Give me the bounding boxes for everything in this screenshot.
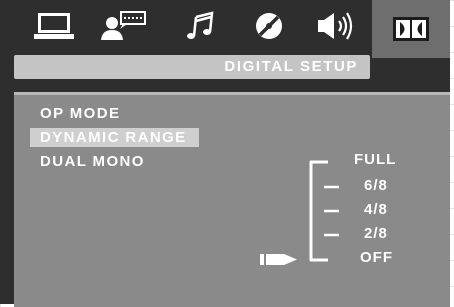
current-level-pointer-icon: [260, 254, 297, 265]
level-4-8[interactable]: 4/8: [364, 201, 388, 218]
page-title: DIGITAL SETUP: [224, 58, 358, 75]
tab-speaker[interactable]: [302, 10, 372, 52]
tab-general[interactable]: [20, 10, 90, 52]
tab-audio[interactable]: [166, 10, 236, 52]
dolby-digital-icon: [393, 17, 429, 41]
tab-language[interactable]: [88, 10, 158, 52]
level-6-8[interactable]: 6/8: [364, 177, 388, 194]
speaker-volume-icon: [318, 12, 353, 40]
level-off[interactable]: OFF: [360, 249, 393, 266]
tab-digital[interactable]: [372, 0, 450, 58]
speaker-subtitle-icon: [101, 11, 146, 40]
tab-preference[interactable]: [234, 10, 304, 52]
settings-panel: OP MODE DYNAMIC RANGE DUAL MONO FULL 6/8…: [14, 92, 450, 307]
monitor-icon: [34, 13, 74, 39]
dvd-setup-screen: DIGITAL SETUP OP MODE DYNAMIC RANGE DUAL…: [0, 0, 450, 307]
setup-tab-bar: [0, 0, 450, 58]
disc-icon: [256, 13, 282, 39]
music-note-icon: [187, 11, 214, 39]
level-full[interactable]: FULL: [354, 151, 396, 168]
level-2-8[interactable]: 2/8: [364, 225, 388, 242]
title-bar: DIGITAL SETUP: [14, 55, 370, 79]
